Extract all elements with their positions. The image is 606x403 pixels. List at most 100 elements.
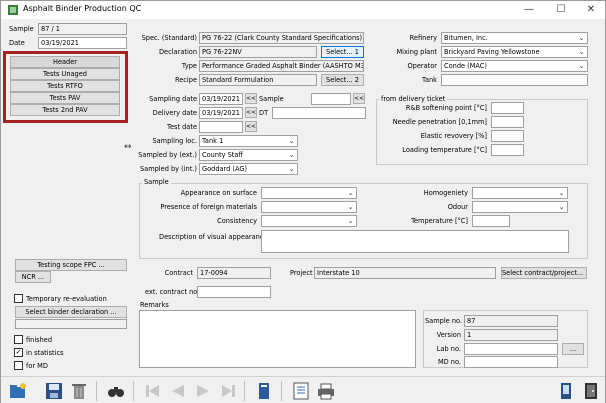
testing-scope-button[interactable]: Testing scope FPC ...: [15, 259, 127, 271]
sampled-by-ext-value: County Staff: [202, 151, 243, 159]
sample-time-arrow-button[interactable]: <<: [353, 93, 365, 104]
chevron-down-icon: ⌄: [288, 137, 295, 145]
binder-declaration-field: [15, 319, 127, 329]
delivery-date-field[interactable]: 03/19/2021: [199, 107, 243, 119]
sample-time-field[interactable]: [311, 93, 351, 105]
binoculars-icon[interactable]: [106, 381, 126, 401]
description-textarea[interactable]: [261, 230, 569, 253]
needle-penetration-field[interactable]: [491, 116, 524, 128]
menu-tests-rtfo[interactable]: Tests RTFO: [10, 80, 120, 92]
print-icon[interactable]: [316, 381, 336, 401]
rab-softening-label: R&B softening point [°C]: [405, 104, 487, 112]
select-binder-declaration-button[interactable]: Select binder declaration ...: [15, 306, 127, 318]
select-recipe-button[interactable]: Select... 2: [321, 74, 364, 86]
sampling-date-field[interactable]: 03/19/2021: [199, 93, 243, 105]
save-icon[interactable]: [44, 381, 64, 401]
chevron-down-icon: ⌄: [288, 151, 295, 159]
toolbar-separator: [281, 381, 282, 401]
in-statistics-label: in statistics: [26, 349, 64, 357]
sample-group-title: Sample: [142, 178, 171, 186]
homogeneity-label: Homogeniety: [423, 189, 468, 197]
menu-tests-pav[interactable]: Tests PAV: [10, 92, 120, 104]
odour-select[interactable]: ⌄: [472, 201, 568, 213]
chevron-down-icon: ⌄: [578, 48, 585, 56]
sampling-loc-value: Tank 1: [202, 137, 224, 145]
contract-field: 17-0094: [197, 267, 271, 279]
minimize-button[interactable]: —: [514, 1, 544, 19]
refinery-label: Refinery: [409, 34, 437, 42]
menu-tests-2nd-pav[interactable]: Tests 2nd PAV: [10, 104, 120, 116]
sampled-by-ext-select[interactable]: County Staff ⌄: [199, 149, 298, 161]
sample-label: Sample: [9, 25, 34, 33]
operator-select[interactable]: Conde (MAC) ⌄: [441, 60, 588, 72]
sampling-loc-label: Sampling loc.: [152, 137, 197, 145]
delete-icon[interactable]: [69, 381, 89, 401]
in-statistics-checkbox[interactable]: ✓: [14, 348, 23, 357]
sample-field: 87 / 1: [38, 23, 127, 35]
for-md-checkbox[interactable]: [14, 361, 23, 370]
homogeneity-select[interactable]: ⌄: [472, 187, 568, 199]
open-folder-icon[interactable]: [8, 381, 28, 401]
menu-tests-unaged[interactable]: Tests Unaged: [10, 68, 120, 80]
mixing-plant-select[interactable]: Brickyard Paving Yellowstone ⌄: [441, 46, 588, 58]
menu-header[interactable]: Header: [10, 56, 120, 68]
finished-checkbox[interactable]: [14, 335, 23, 344]
recipe-field: Standard Formulation: [199, 74, 317, 86]
delivery-ticket-title: from delivery ticket: [379, 95, 448, 103]
first-record-icon[interactable]: [143, 381, 163, 401]
select-declaration-button[interactable]: Select... 1: [321, 46, 364, 58]
book-icon[interactable]: [254, 381, 274, 401]
tank-field[interactable]: [441, 74, 588, 86]
refinery-select[interactable]: Bitumen, Inc. ⌄: [441, 32, 588, 44]
next-record-icon[interactable]: [193, 381, 213, 401]
sample-no-field: 87: [464, 315, 558, 327]
app-icon: [8, 5, 18, 15]
recipe-label: Recipe: [174, 76, 197, 84]
lab-no-browse-button[interactable]: ...: [562, 343, 584, 355]
sample-no-label: Sample no.: [425, 317, 463, 325]
test-date-field[interactable]: [199, 121, 243, 133]
test-date-arrow-button[interactable]: <<: [245, 121, 257, 132]
foreign-materials-select[interactable]: ⌄: [261, 201, 357, 213]
chevron-down-icon: ⌄: [347, 189, 354, 197]
temperature-field[interactable]: [472, 215, 510, 227]
appearance-select[interactable]: ⌄: [261, 187, 357, 199]
temporary-reevaluation-checkbox[interactable]: [14, 294, 23, 303]
refinery-value: Bitumen, Inc.: [444, 34, 488, 42]
temporary-reevaluation-label: Temporary re-evaluation: [26, 295, 107, 303]
maximize-button[interactable]: ☐: [546, 1, 576, 19]
lab-no-field[interactable]: [464, 343, 558, 355]
spec-field: PG 76-22 (Clark County Standard Specific…: [199, 32, 364, 44]
phone-device-icon[interactable]: [556, 381, 576, 401]
exit-door-icon[interactable]: [581, 381, 601, 401]
previous-record-icon[interactable]: [168, 381, 188, 401]
sampling-date-arrow-button[interactable]: <<: [245, 93, 257, 104]
md-no-field[interactable]: [464, 356, 558, 368]
report-icon[interactable]: [291, 381, 311, 401]
declaration-field: PG 76-22NV: [199, 46, 317, 58]
delivery-date-arrow-button[interactable]: <<: [245, 107, 257, 118]
finished-label: finished: [26, 336, 53, 344]
md-no-label: MD no.: [437, 358, 461, 366]
consistency-select[interactable]: ⌄: [261, 215, 357, 227]
select-contract-project-button[interactable]: Select contract/project... 2: [501, 267, 587, 279]
ext-contract-field[interactable]: [197, 286, 271, 298]
date-field[interactable]: 03/19/2021: [38, 37, 127, 49]
delivery-date-label: Delivery date: [152, 109, 197, 117]
loading-temperature-field[interactable]: [491, 144, 524, 156]
sampling-loc-select[interactable]: Tank 1 ⌄: [199, 135, 298, 147]
project-label: Project: [290, 269, 313, 277]
last-record-icon[interactable]: [218, 381, 238, 401]
ncr-button[interactable]: NCR ...: [15, 271, 51, 283]
dt-field[interactable]: [272, 107, 366, 119]
elastic-recovery-field[interactable]: [491, 130, 524, 142]
test-date-label: Test date: [167, 123, 197, 131]
splitter-arrows-icon[interactable]: ↔: [124, 142, 132, 152]
sampled-by-int-select[interactable]: Goddard (AG) ⌄: [199, 163, 298, 175]
remarks-textarea[interactable]: [139, 310, 416, 368]
tank-label: Tank: [422, 76, 437, 84]
close-button[interactable]: ✕: [576, 1, 606, 19]
toolbar-separator: [244, 381, 245, 401]
rab-softening-field[interactable]: [491, 102, 524, 114]
sample-time-label: Sample: [259, 95, 284, 103]
